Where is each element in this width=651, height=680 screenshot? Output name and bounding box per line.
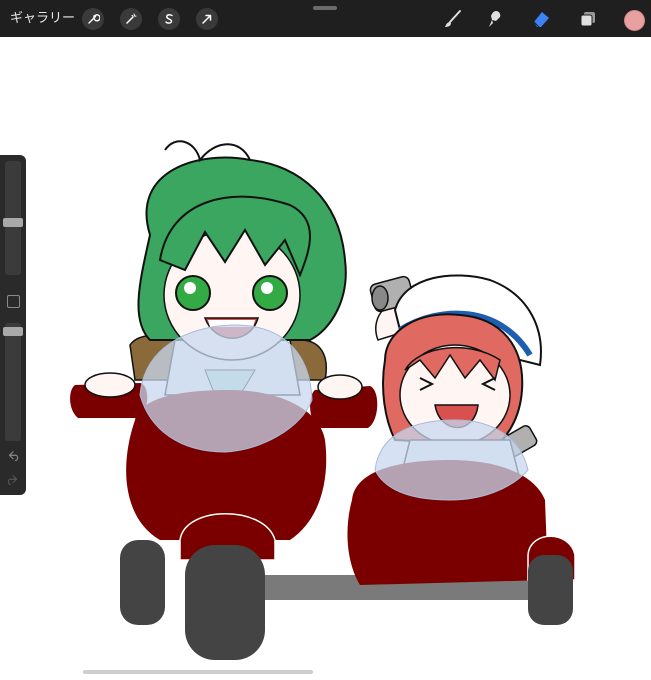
transform-button[interactable] [196,8,218,30]
top-toolbar: ギャラリー [0,0,651,37]
brush-icon [445,10,461,27]
layers-button[interactable] [575,6,601,32]
actions-button[interactable] [82,8,104,30]
toolbar-grip-handle[interactable] [313,6,337,10]
erase-tool-button[interactable] [528,6,554,32]
paint-tool-button[interactable] [440,6,466,32]
layers-icon [580,12,595,27]
smudge-icon [489,11,501,27]
selection-button[interactable] [158,8,180,30]
adjustments-button[interactable] [120,8,142,30]
selection-s-icon [165,14,173,24]
color-picker-button[interactable] [624,10,645,31]
gallery-button[interactable]: ギャラリー [10,8,75,30]
home-indicator [83,670,313,674]
smudge-tool-button[interactable] [482,6,508,32]
arrow-cursor-icon [202,14,212,24]
magic-wand-icon [126,13,137,24]
eraser-icon [533,12,549,28]
drawing-canvas[interactable] [0,37,651,680]
motorcycle [70,324,378,660]
wrench-icon [88,14,100,24]
